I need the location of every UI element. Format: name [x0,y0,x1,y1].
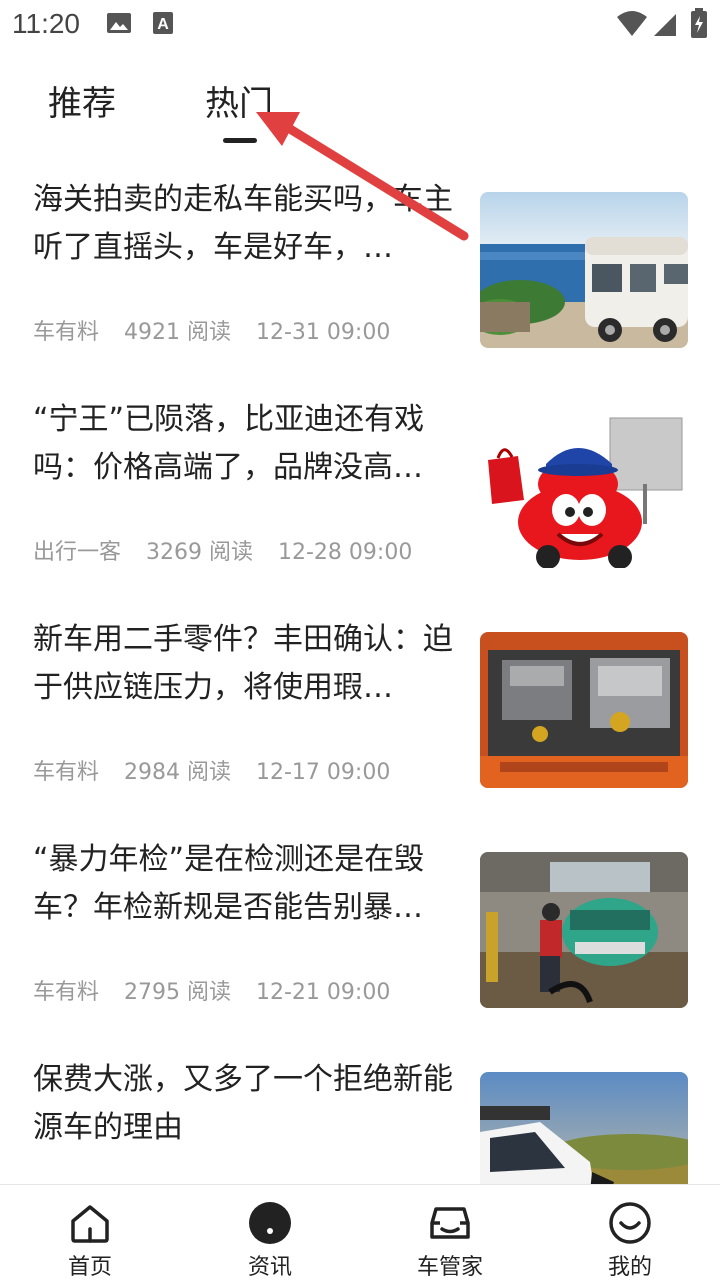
article-reads: 4921 阅读 [124,320,231,345]
wifi-icon [617,11,647,36]
article-card[interactable]: 新车用二手零件？丰田确认：迫于供应链压力，将使用瑕… 车有料 2984 阅读 1… [0,616,720,836]
article-meta: 车有料 2984 阅读 12-17 09:00 [33,754,408,786]
article-thumbnail-motorhome [480,192,688,348]
article-title: “宁王”已陨落，比亚迪还有戏吗：价格高端了，品牌没高… [33,402,425,485]
article-date: 12-31 09:00 [256,320,391,345]
article-title: “暴力年检”是在检测还是在毁车？年检新规是否能告别暴… [33,842,425,925]
status-time: 11:20 [12,8,80,39]
signal-icon [654,14,676,36]
article-thumbnail-engine-bay [480,632,688,788]
article-reads: 2984 阅读 [124,760,231,785]
article-thumbnail-white-suv [480,1072,688,1184]
article-card[interactable]: 海关拍卖的走私车能买吗，车主听了直摇头，车是好车，… 车有料 4921 阅读 1… [0,176,720,396]
svg-text:A: A [157,16,169,33]
article-card[interactable]: “暴力年检”是在检测还是在毁车？年检新规是否能告别暴… 车有料 2795 阅读 … [0,836,720,1056]
article-date: 12-21 09:00 [256,980,391,1005]
active-tab-indicator [223,138,257,143]
article-source: 车有料 [33,980,100,1005]
nav-label: 车管家 [416,1255,483,1280]
article-source: 车有料 [33,320,100,345]
article-source: 车有料 [33,760,100,785]
nav-label: 首页 [67,1255,112,1280]
article-meta: 车有料 2795 阅读 12-21 09:00 [33,974,408,1006]
article-card[interactable]: “宁王”已陨落，比亚迪还有戏吗：价格高端了，品牌没高… 出行一客 3269 阅读… [0,396,720,616]
home-icon [71,1205,109,1243]
article-title: 保费大涨，又多了一个拒绝新能源车的理由 [33,1062,453,1145]
article-source: 出行一客 [33,540,122,565]
font-app-icon: A [153,12,173,34]
article-thumbnail-cartoon-car [480,412,688,568]
gallery-icon [107,13,131,33]
tab-recommend[interactable]: 推荐 [48,76,116,125]
article-reads: 3269 阅读 [146,540,253,565]
article-title: 海关拍卖的走私车能买吗，车主听了直摇头，车是好车，… [33,182,453,265]
nav-label: 我的 [607,1255,652,1280]
article-date: 12-17 09:00 [256,760,391,785]
category-tabs: 推荐 热门 [0,60,720,160]
article-card[interactable]: 保费大涨，又多了一个拒绝新能源车的理由 [0,1056,720,1184]
car-icon [430,1207,470,1239]
bottom-navigation: 首页 资讯 车管家 我的 [0,1184,720,1281]
article-meta: 出行一客 3269 阅读 12-28 09:00 [33,534,430,566]
nav-car-manager[interactable]: 车管家 [360,1185,540,1281]
article-title: 新车用二手零件？丰田确认：迫于供应链压力，将使用瑕… [33,622,453,705]
nav-news[interactable]: 资讯 [180,1185,360,1281]
battery-icon [691,8,707,38]
article-feed[interactable]: 海关拍卖的走私车能买吗，车主听了直摇头，车是好车，… 车有料 4921 阅读 1… [0,160,720,1184]
nav-label: 资讯 [247,1255,292,1280]
nav-profile[interactable]: 我的 [540,1185,720,1281]
article-reads: 2795 阅读 [124,980,231,1005]
profile-icon [609,1202,651,1244]
article-date: 12-28 09:00 [278,540,413,565]
news-icon [249,1202,291,1244]
article-meta: 车有料 4921 阅读 12-31 09:00 [33,314,408,346]
status-bar: 11:20 A [0,0,720,50]
nav-home[interactable]: 首页 [0,1185,180,1281]
tab-hot[interactable]: 热门 [205,76,273,125]
article-thumbnail-inspection [480,852,688,1008]
